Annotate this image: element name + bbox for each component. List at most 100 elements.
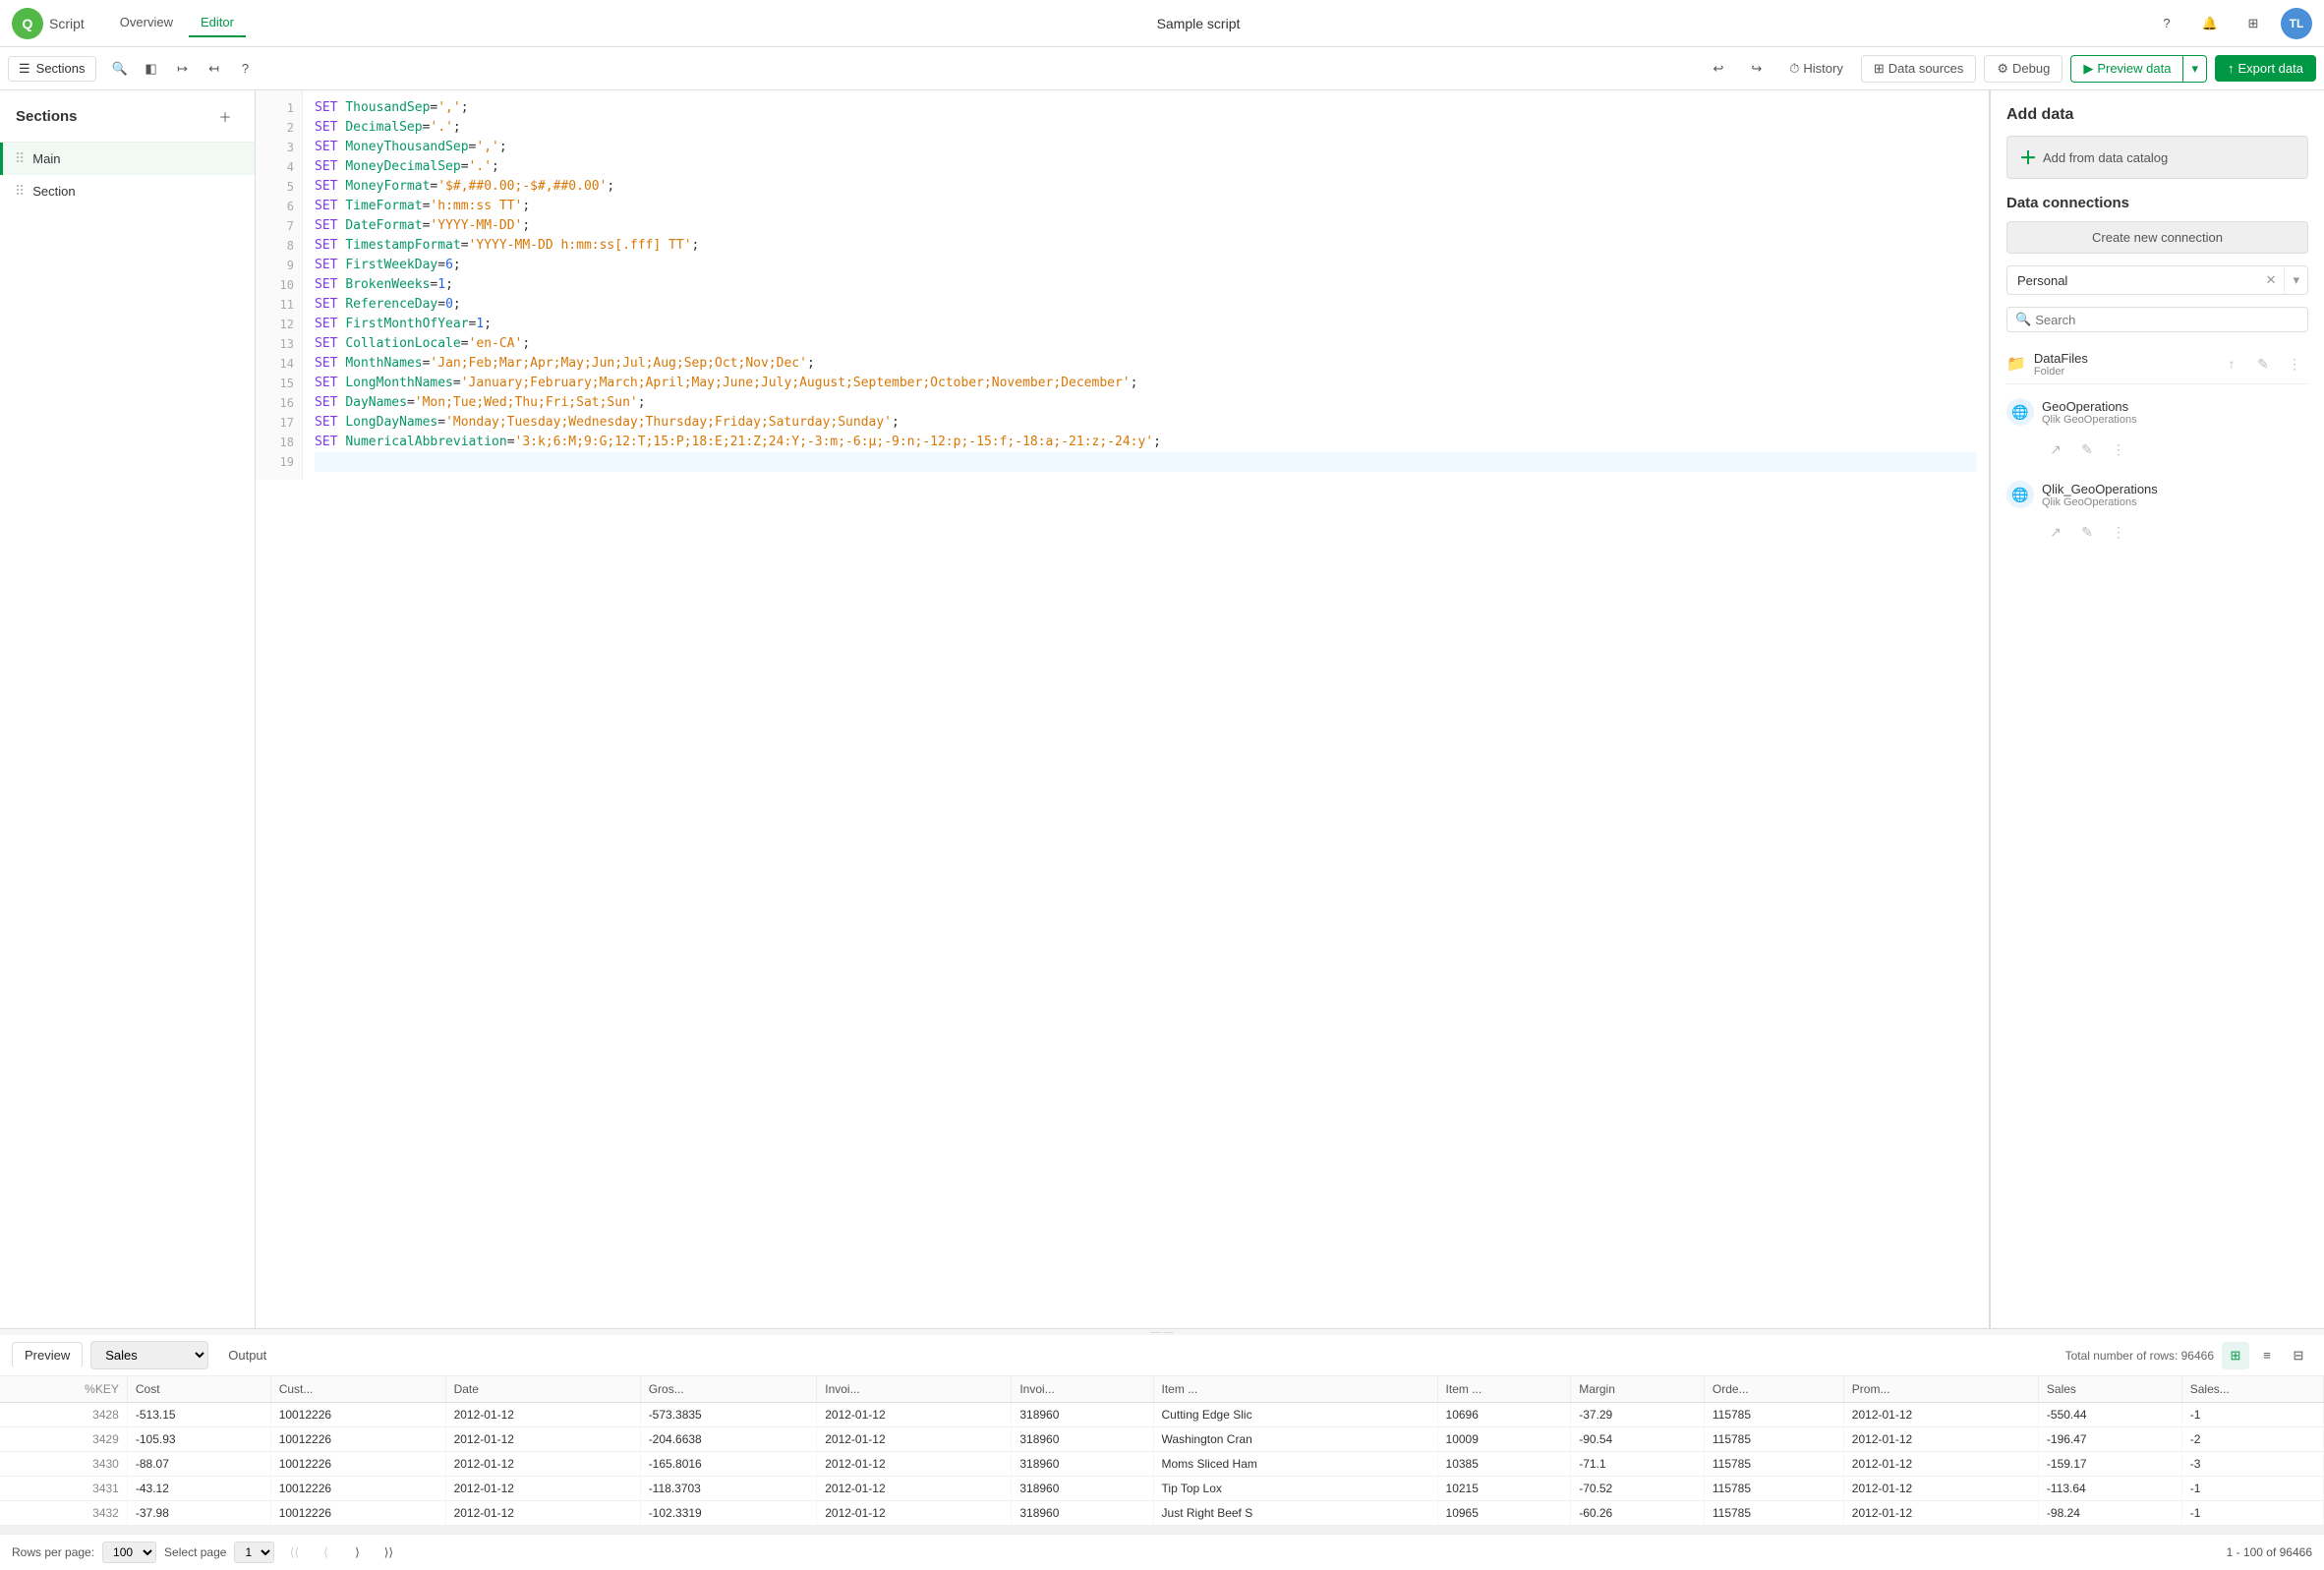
- filter-chevron-icon[interactable]: ▾: [2284, 266, 2307, 294]
- sections-toggle-button[interactable]: ☰ Sections: [8, 56, 96, 82]
- col-header-sales[interactable]: Sales: [2038, 1376, 2181, 1403]
- export-data-button[interactable]: ↑ Export data: [2215, 55, 2316, 82]
- filter-value[interactable]: Personal: [2007, 267, 2258, 294]
- table-row: 3429-105.93100122262012-01-12-204.663820…: [0, 1427, 2324, 1452]
- col-header-invoi2[interactable]: Invoi...: [1012, 1376, 1153, 1403]
- table-cell: 115785: [1704, 1403, 1843, 1427]
- nav-editor[interactable]: Editor: [189, 9, 246, 37]
- col-header-key[interactable]: %KEY: [0, 1376, 127, 1403]
- conn-action-select-1[interactable]: ↗: [2042, 436, 2069, 463]
- connection-geooperations: 🌐 GeoOperations Qlik GeoOperations ↗ ✎ ⋮: [2006, 392, 2308, 463]
- col-header-invoi1[interactable]: Invoi...: [817, 1376, 1012, 1403]
- table-cell: 3431: [0, 1477, 127, 1501]
- sections-toggle-label: Sections: [36, 61, 86, 76]
- avatar[interactable]: TL: [2281, 8, 2312, 39]
- code-content[interactable]: SET ThousandSep=','; SET DecimalSep='.';…: [303, 90, 1989, 480]
- connection-globe-icon-1: 🌐: [2006, 398, 2034, 426]
- outdent-button[interactable]: ↤: [199, 53, 230, 85]
- data-sources-button[interactable]: ⊞ Data sources: [1861, 55, 1977, 83]
- page-select[interactable]: 1: [234, 1541, 274, 1563]
- col-header-item1[interactable]: Item ...: [1153, 1376, 1437, 1403]
- sidebar: Sections ＋ ⠿ Main 🗑 ⠿ Section 🗑: [0, 90, 256, 1328]
- preview-data-button[interactable]: ▶ Preview data: [2070, 55, 2183, 83]
- sidebar-item-section[interactable]: ⠿ Section 🗑: [0, 175, 255, 207]
- col-header-cust[interactable]: Cust...: [270, 1376, 445, 1403]
- indent-button[interactable]: ↦: [167, 53, 199, 85]
- drag-handle-main: ⠿: [15, 150, 25, 167]
- col-header-orde[interactable]: Orde...: [1704, 1376, 1843, 1403]
- undo-button[interactable]: ↩: [1703, 57, 1733, 81]
- col-header-margin[interactable]: Margin: [1571, 1376, 1705, 1403]
- top-navigation: Q Script Overview Editor Sample script ?…: [0, 0, 2324, 47]
- snippets-button[interactable]: ◧: [136, 53, 167, 85]
- table-selector[interactable]: Sales: [90, 1341, 208, 1369]
- table-cell: 10696: [1437, 1403, 1571, 1427]
- col-header-item2[interactable]: Item ...: [1437, 1376, 1571, 1403]
- filter-clear-button[interactable]: ✕: [2258, 266, 2285, 294]
- preview-dropdown-button[interactable]: ▾: [2183, 55, 2207, 83]
- output-tab[interactable]: Output: [216, 1343, 278, 1367]
- prev-page-button[interactable]: ⟨: [314, 1541, 337, 1564]
- add-from-catalog-button[interactable]: ＋ Add from data catalog: [2006, 136, 2308, 179]
- conn-action-more-1[interactable]: ⋮: [2105, 436, 2132, 463]
- list-view-button[interactable]: ≡: [2253, 1342, 2281, 1369]
- table-cell: 3428: [0, 1403, 127, 1427]
- table-cell: 115785: [1704, 1501, 1843, 1526]
- col-header-date[interactable]: Date: [445, 1376, 640, 1403]
- table-row: 3428-513.15100122262012-01-12-573.383520…: [0, 1403, 2324, 1427]
- search-button[interactable]: 🔍: [104, 53, 136, 85]
- code-line-7: SET DateFormat='YYYY-MM-DD';: [315, 216, 1977, 236]
- add-section-button[interactable]: ＋: [211, 102, 239, 130]
- conn-action-edit-1[interactable]: ✎: [2073, 436, 2101, 463]
- sidebar-item-main[interactable]: ⠿ Main 🗑: [0, 143, 255, 175]
- horizontal-scrollbar[interactable]: [0, 1526, 2324, 1534]
- search-input[interactable]: [2035, 313, 2299, 327]
- table-cell: 115785: [1704, 1477, 1843, 1501]
- connection-item-header-2[interactable]: 🌐 Qlik_GeoOperations Qlik GeoOperations: [2006, 475, 2308, 514]
- connection-item-header-1[interactable]: 🌐 GeoOperations Qlik GeoOperations: [2006, 392, 2308, 432]
- col-header-cost[interactable]: Cost: [127, 1376, 270, 1403]
- connection-name-1: GeoOperations: [2042, 399, 2137, 414]
- next-page-button[interactable]: ⟩: [345, 1541, 369, 1564]
- table-header-row: %KEY Cost Cust... Date Gros... Invoi... …: [0, 1376, 2324, 1403]
- datafiles-folder[interactable]: 📁 DataFiles Folder ↑ ✎ ⋮: [2006, 344, 2308, 384]
- add-catalog-icon: ＋: [2019, 145, 2037, 170]
- row-count: Total number of rows: 96466: [2065, 1349, 2214, 1363]
- code-line-15: SET LongMonthNames='January;February;Mar…: [315, 374, 1977, 393]
- preview-tab[interactable]: Preview: [12, 1342, 83, 1368]
- connection-filter: Personal ✕ ▾: [2006, 265, 2308, 295]
- table-view-button[interactable]: ⊞: [2222, 1342, 2249, 1369]
- col-header-salesx[interactable]: Sales...: [2181, 1376, 2323, 1403]
- col-header-gros[interactable]: Gros...: [640, 1376, 817, 1403]
- table-cell: 115785: [1704, 1452, 1843, 1477]
- first-page-button[interactable]: ⟨⟨: [282, 1541, 306, 1564]
- code-line-11: SET ReferenceDay=0;: [315, 295, 1977, 315]
- bell-icon[interactable]: 🔔: [2194, 8, 2226, 39]
- table-cell: 2012-01-12: [1843, 1452, 2038, 1477]
- history-button[interactable]: ⏱ History: [1779, 57, 1853, 81]
- conn-action-edit-2[interactable]: ✎: [2073, 518, 2101, 546]
- conn-action-more-2[interactable]: ⋮: [2105, 518, 2132, 546]
- rows-per-page-select[interactable]: 100: [102, 1541, 156, 1563]
- folder-action-3[interactable]: ⋮: [2281, 350, 2308, 378]
- code-line-19: [315, 452, 1977, 472]
- table-cell: 318960: [1012, 1427, 1153, 1452]
- connection-actions-2: ↗ ✎ ⋮: [2006, 518, 2308, 546]
- table-cell: 3430: [0, 1452, 127, 1477]
- help-editor-button[interactable]: ?: [230, 53, 261, 85]
- folder-action-2[interactable]: ✎: [2249, 350, 2277, 378]
- grid-icon[interactable]: ⊞: [2237, 8, 2269, 39]
- col-header-prom[interactable]: Prom...: [1843, 1376, 2038, 1403]
- grid-view-button[interactable]: ⊟: [2285, 1342, 2312, 1369]
- last-page-button[interactable]: ⟩⟩: [377, 1541, 400, 1564]
- create-connection-button[interactable]: Create new connection: [2006, 221, 2308, 254]
- redo-button[interactable]: ↪: [1741, 57, 1772, 81]
- code-line-8: SET TimestampFormat='YYYY-MM-DD h:mm:ss[…: [315, 236, 1977, 256]
- nav-center: Sample script: [261, 16, 2135, 31]
- folder-action-1[interactable]: ↑: [2218, 350, 2245, 378]
- conn-action-select-2[interactable]: ↗: [2042, 518, 2069, 546]
- code-editor[interactable]: 1 2 3 4 5 6 7 8 9 10 11 12 13 14 15 16 1: [256, 90, 1989, 1328]
- nav-overview[interactable]: Overview: [108, 9, 185, 37]
- help-icon[interactable]: ?: [2151, 8, 2182, 39]
- debug-button[interactable]: ⚙ Debug: [1984, 55, 2063, 83]
